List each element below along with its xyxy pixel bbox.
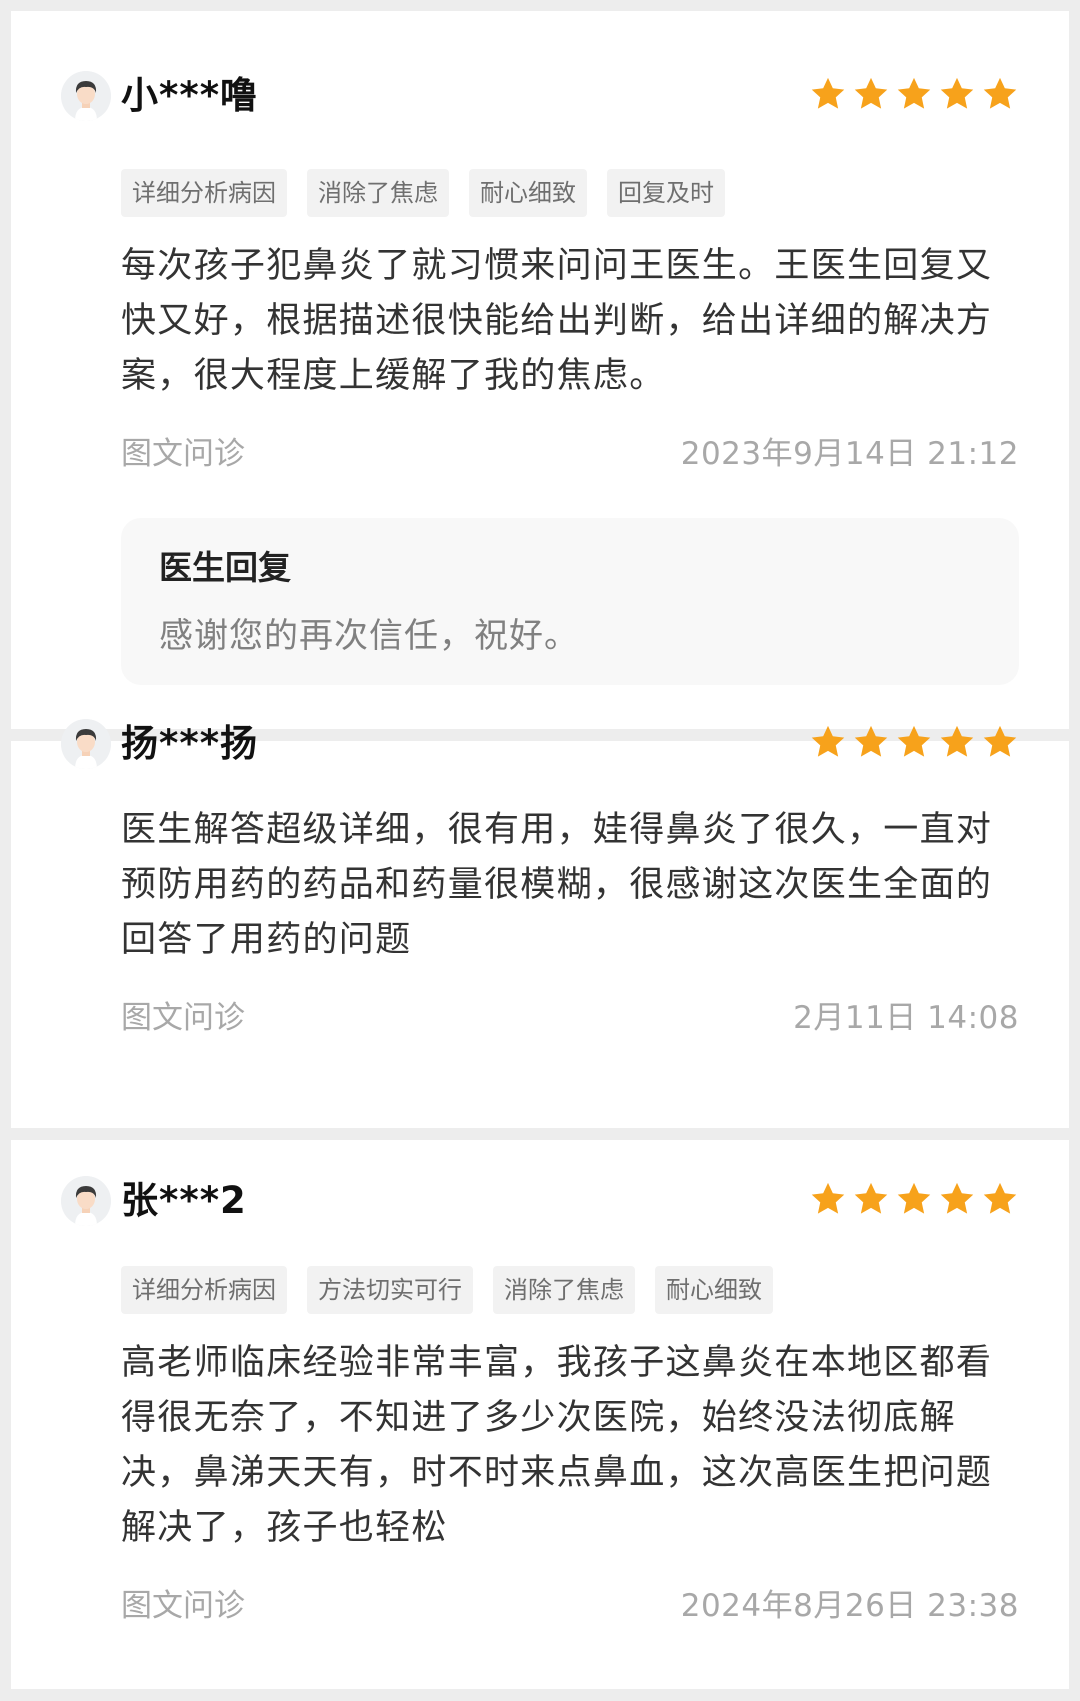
doctor-reply-title: 医生回复 [159,548,291,587]
tag: 详细分析病因 [121,169,287,217]
avatar-icon[interactable] [61,719,111,769]
star-icon [852,723,890,761]
service-type: 图文问诊 [121,436,245,472]
review-meta: 图文问诊 2023年9月14日 21:12 [121,424,1019,484]
star-icon [938,723,976,761]
review-text: 每次孩子犯鼻炎了就习惯来问问王医生。王医生回复又快又好，根据描述很快能给出判断，… [121,246,993,396]
tag: 方法切实可行 [307,1266,473,1314]
doctor-reply-text: 感谢您的再次信任，祝好。 [159,616,579,656]
rating-stars [809,1180,1019,1220]
tag-list: 详细分析病因 方法切实可行 消除了焦虑 耐心细致 [121,1266,1019,1314]
tag: 回复及时 [607,169,725,217]
star-icon [895,723,933,761]
star-icon [895,75,933,113]
avatar-icon[interactable] [61,71,111,121]
avatar-icon[interactable] [61,1176,111,1226]
user-name: 小***噜 [121,74,259,117]
timestamp: 2023年9月14日 21:12 [680,436,1019,472]
review-header: 张***2 [61,1140,1019,1226]
review-header: 小***噜 [61,11,1019,143]
star-icon [981,75,1019,113]
review-header: 扬***扬 [61,719,1019,905]
tag: 详细分析病因 [121,1266,287,1314]
doctor-reply: 医生回复 感谢您的再次信任，祝好。 [121,518,1019,685]
review-card: 扬***扬 医生解答超级详细，很有用，娃得鼻炎了很久，一直对预防用药的药品和药量… [11,719,1069,1128]
star-icon [809,723,847,761]
review-text: 高老师临床经验非常丰富，我孩子这鼻炎在本地区都看得很无奈了，不知进了多少次医院，… [121,1343,993,1548]
tag: 耐心细致 [655,1266,773,1314]
star-icon [981,723,1019,761]
service-type: 图文问诊 [121,1588,245,1624]
star-icon [938,75,976,113]
review-meta: 图文问诊 2024年8月26日 23:38 [121,1576,1019,1636]
review-meta: 图文问诊 2月11日 14:08 [121,988,1019,1048]
star-icon [852,75,890,113]
star-icon [809,75,847,113]
timestamp: 2月11日 14:08 [793,1000,1019,1036]
star-icon [981,1180,1019,1218]
user-name: 扬***扬 [121,722,259,765]
star-icon [895,1180,933,1218]
star-icon [938,1180,976,1218]
review-card: 张***2 详细分析病因 方法切实可行 消除了焦虑 耐心细致 高老师临床经验非常… [11,1140,1069,1689]
service-type: 图文问诊 [121,1000,245,1036]
tag: 消除了焦虑 [307,169,449,217]
tag-list: 详细分析病因 消除了焦虑 耐心细致 回复及时 [121,169,1019,217]
tag: 消除了焦虑 [493,1266,635,1314]
review-card: 小***噜 详细分析病因 消除了焦虑 耐心细致 回复及时 每次孩子犯鼻炎了就习惯… [11,11,1069,729]
rating-stars [809,723,1019,763]
rating-stars [809,75,1019,115]
star-icon [852,1180,890,1218]
user-name: 张***2 [121,1179,247,1222]
timestamp: 2024年8月26日 23:38 [680,1588,1019,1624]
star-icon [809,1180,847,1218]
tag: 耐心细致 [469,169,587,217]
